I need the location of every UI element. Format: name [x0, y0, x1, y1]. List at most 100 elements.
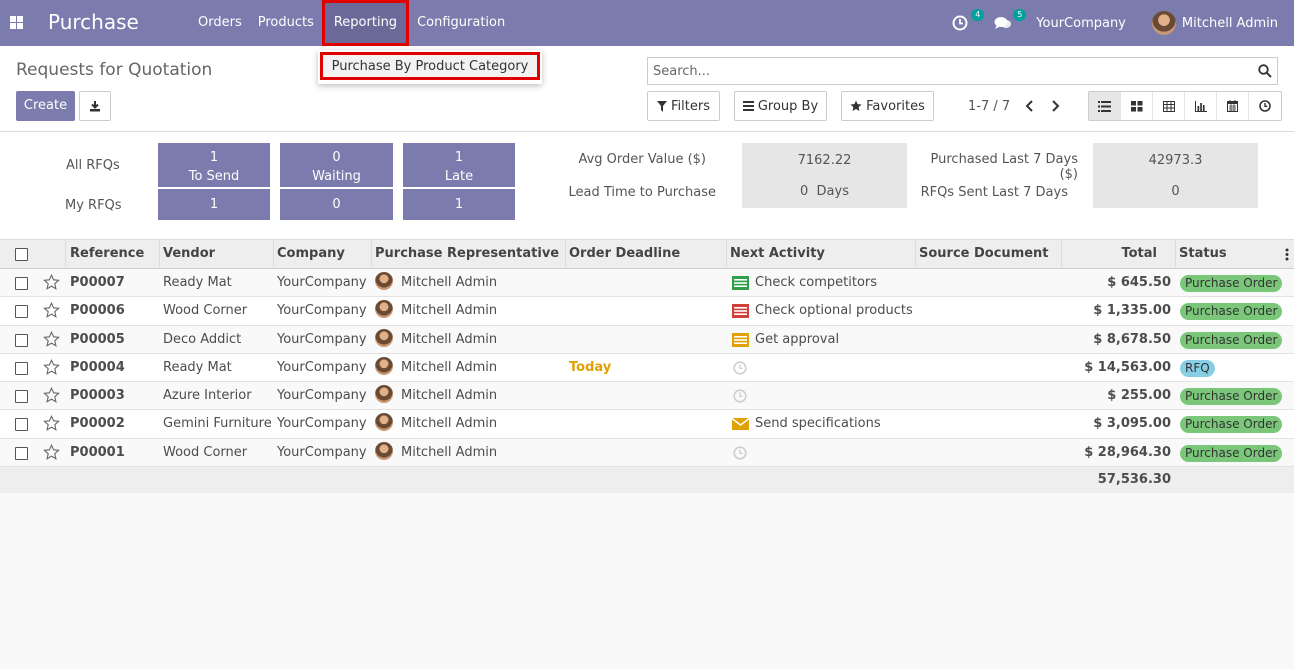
row-checkbox[interactable] [15, 305, 28, 319]
header-source-document[interactable]: Source Document [915, 240, 1062, 269]
table-footer: 57,536.30 [0, 467, 1294, 494]
star-icon[interactable] [43, 274, 60, 291]
activity-count-badge: 4 [971, 9, 985, 21]
activity-clock-icon[interactable]: 4 [952, 9, 985, 33]
row-checkbox[interactable] [15, 446, 28, 460]
header-order-deadline[interactable]: Order Deadline [565, 240, 727, 269]
pager-value[interactable]: 1-7 / 7 [968, 99, 1010, 114]
header-representative[interactable]: Purchase Representative [371, 240, 566, 269]
status-badge: Purchase Order [1180, 416, 1283, 434]
calendar-icon [1227, 100, 1238, 112]
user-avatar[interactable] [1151, 11, 1176, 35]
row-checkbox[interactable] [15, 390, 28, 404]
star-icon[interactable] [43, 330, 60, 348]
star-icon[interactable] [43, 443, 60, 461]
cell-representative: Mitchell Admin [401, 416, 498, 432]
download-button[interactable] [79, 91, 111, 121]
filters-label: Filters [671, 98, 710, 114]
messages-chat-icon[interactable]: 5 [994, 9, 1027, 33]
status-badge: Purchase Order [1180, 303, 1283, 321]
header-reference[interactable]: Reference [66, 240, 160, 269]
table-row[interactable]: P00006 Wood Corner YourCompany Mitchell Adm… [0, 297, 1294, 326]
avatar [375, 385, 393, 404]
table-row[interactable]: P00004 Ready Mat YourCompany Mitchell Admin… [0, 353, 1294, 383]
app-brand[interactable]: Purchase [48, 10, 139, 34]
avatar [375, 441, 393, 460]
star-icon[interactable] [43, 302, 60, 319]
table-row[interactable]: P00002 Gemini Furniture YourCompany Mitchel… [0, 410, 1294, 439]
table-row[interactable]: P00005 Deco Addict YourCompany Mitchell Adm… [0, 325, 1294, 354]
table-row[interactable]: P00003 Azure Interior YourCompany Mitchell … [0, 382, 1294, 411]
row-checkbox[interactable] [15, 418, 28, 432]
tile-all-to-send[interactable]: 1 To Send [158, 143, 270, 187]
table-row[interactable]: P00001 Wood Corner YourCompany Mitchell Adm… [0, 438, 1294, 468]
create-button[interactable]: Create [16, 91, 75, 121]
cell-total: $ 28,964.30 [1084, 444, 1171, 460]
kanban-view-button[interactable] [1121, 92, 1153, 120]
group-by-button[interactable]: Group By [734, 91, 827, 121]
pivot-view-button[interactable] [1153, 92, 1185, 120]
star-icon[interactable] [43, 387, 60, 404]
apps-grid-icon[interactable] [10, 16, 23, 29]
graph-view-button[interactable] [1185, 92, 1217, 120]
menu-products[interactable]: Products [250, 0, 322, 46]
avatar [375, 356, 393, 375]
favorites-button[interactable]: Favorites [841, 91, 934, 121]
activity-view-button[interactable] [1249, 92, 1281, 120]
kanban-icon [1130, 100, 1142, 111]
clock-icon[interactable] [732, 389, 749, 403]
all-rfqs-label: All RFQs [66, 158, 120, 173]
cell-representative: Mitchell Admin [401, 444, 498, 460]
table-row[interactable]: P00007 Ready Mat YourCompany Mitchell Admin… [0, 269, 1294, 298]
header-vendor[interactable]: Vendor [159, 240, 274, 269]
company-switcher[interactable]: YourCompany [1036, 16, 1126, 31]
cell-vendor: Wood Corner [163, 303, 248, 319]
menu-orders[interactable]: Orders [190, 0, 250, 46]
row-checkbox[interactable] [15, 361, 28, 375]
header-company[interactable]: Company [273, 240, 372, 269]
search-icon[interactable] [1258, 64, 1272, 78]
list-view-button[interactable] [1089, 92, 1121, 120]
chevron-left-icon[interactable] [1022, 98, 1036, 114]
status-badge: Purchase Order [1180, 388, 1283, 406]
search-input[interactable] [648, 58, 1238, 84]
star-icon[interactable] [43, 415, 60, 432]
menu-configuration[interactable]: Configuration [409, 0, 513, 46]
cell-reference: P00001 [70, 444, 125, 460]
purchase-by-product-category-item[interactable]: Purchase By Product Category [320, 52, 540, 80]
todo-red-icon[interactable] [732, 304, 749, 319]
user-menu[interactable]: Mitchell Admin [1182, 16, 1278, 31]
clock-icon[interactable] [732, 361, 749, 375]
avatar [375, 272, 393, 290]
tile-my-to-send[interactable]: 1 [158, 189, 270, 220]
tile-all-late[interactable]: 1 Late [403, 143, 515, 187]
status-badge: Purchase Order [1180, 331, 1283, 349]
navbar-systray: 4 5 YourCompany Mitchell Admin [952, 0, 1278, 46]
header-next-activity[interactable]: Next Activity [726, 240, 916, 269]
row-checkbox[interactable] [15, 277, 28, 290]
tile-my-waiting[interactable]: 0 [280, 189, 393, 220]
chevron-right-icon[interactable] [1049, 98, 1063, 114]
menu-reporting[interactable]: Reporting [321, 0, 410, 46]
header-total[interactable]: Total [1061, 240, 1176, 269]
header-spacer [37, 240, 66, 269]
star-icon[interactable] [43, 358, 60, 376]
tile-label: To Send [188, 169, 240, 184]
select-all-checkbox[interactable] [15, 248, 28, 261]
row-checkbox[interactable] [15, 333, 28, 347]
todo-yellow-icon[interactable] [732, 332, 749, 347]
envelope-icon[interactable] [731, 417, 750, 431]
cell-total: $ 8,678.50 [1093, 331, 1171, 347]
tile-my-late[interactable]: 1 [403, 189, 515, 220]
calendar-view-button[interactable] [1217, 92, 1249, 120]
view-switcher [1088, 91, 1282, 121]
table-icon [1162, 100, 1175, 112]
optional-columns-icon[interactable] [1285, 248, 1289, 261]
clock-icon[interactable] [732, 446, 749, 460]
header-status[interactable]: Status [1175, 240, 1275, 269]
tile-all-waiting[interactable]: 0 Waiting [280, 143, 393, 187]
todo-green-icon[interactable] [732, 276, 749, 290]
filters-button[interactable]: Filters [647, 91, 720, 121]
tile-label: Late [444, 169, 474, 184]
cell-company: YourCompany [277, 359, 367, 375]
